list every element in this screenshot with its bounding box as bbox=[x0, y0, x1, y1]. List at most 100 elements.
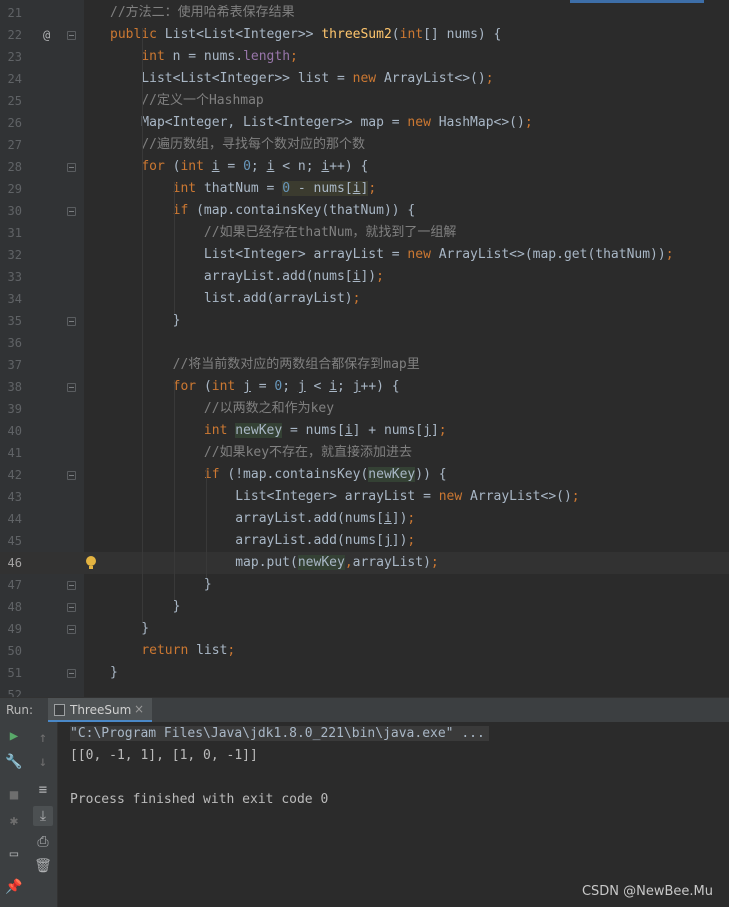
code-token: public bbox=[110, 27, 165, 42]
wrench-icon[interactable]: 🔧 bbox=[4, 752, 24, 772]
fold-marker-icon[interactable] bbox=[67, 207, 76, 216]
code-token: ; bbox=[368, 181, 377, 196]
code-line[interactable]: 30 if (map.containsKey(thatNum)) { bbox=[0, 200, 729, 222]
code-token: j bbox=[297, 379, 306, 394]
line-number: 45 bbox=[7, 534, 22, 548]
pin-icon[interactable]: 📌 bbox=[4, 877, 24, 897]
code-token: ; bbox=[407, 511, 416, 526]
code-line[interactable]: 25 //定义一个Hashmap bbox=[0, 90, 729, 112]
code-text: if (map.containsKey(thatNum)) { bbox=[110, 200, 416, 222]
code-text: int newKey = nums[i] + nums[j]; bbox=[110, 420, 447, 442]
code-line[interactable]: 27 //遍历数组，寻找每个数对应的那个数 bbox=[0, 134, 729, 156]
code-line[interactable]: 44 arrayList.add(nums[i]); bbox=[0, 508, 729, 530]
run-toolbar-left: ▶ 🔧 ■ ✱ ▭ 📌 bbox=[0, 722, 29, 907]
code-line[interactable]: 42 if (!map.containsKey(newKey)) { bbox=[0, 464, 729, 486]
code-line[interactable]: 37 //将当前数对应的两数组合都保存到map里 bbox=[0, 354, 729, 376]
fold-marker-icon[interactable] bbox=[67, 317, 76, 326]
code-token: } bbox=[110, 313, 181, 328]
debug-icon[interactable]: ✱ bbox=[4, 811, 24, 831]
code-token: newKey bbox=[297, 555, 345, 570]
code-token: newKey bbox=[368, 467, 416, 482]
code-line[interactable]: 50 return list; bbox=[0, 640, 729, 662]
code-line[interactable]: 51} bbox=[0, 662, 729, 684]
code-token: j bbox=[383, 533, 392, 548]
code-line[interactable]: 36 bbox=[0, 332, 729, 354]
line-number: 28 bbox=[7, 160, 22, 174]
fold-marker-icon[interactable] bbox=[67, 581, 76, 590]
code-line[interactable]: 35 } bbox=[0, 310, 729, 332]
code-token: } bbox=[110, 665, 118, 680]
code-text: //定义一个Hashmap bbox=[110, 90, 264, 112]
code-line[interactable]: 45 arrayList.add(nums[j]); bbox=[0, 530, 729, 552]
fold-marker-icon[interactable] bbox=[67, 163, 76, 172]
code-line[interactable]: 48 } bbox=[0, 596, 729, 618]
code-line[interactable]: 32 List<Integer> arrayList = new ArrayLi… bbox=[0, 244, 729, 266]
fold-marker-icon[interactable] bbox=[67, 625, 76, 634]
code-token: 0 bbox=[282, 181, 291, 196]
code-line[interactable]: 40 int newKey = nums[i] + nums[j]; bbox=[0, 420, 729, 442]
console-output[interactable]: "C:\Program Files\Java\jdk1.8.0_221\bin\… bbox=[58, 722, 729, 907]
code-line[interactable]: 43 List<Integer> arrayList = new ArrayLi… bbox=[0, 486, 729, 508]
code-token: //以两数之和作为key bbox=[203, 401, 335, 416]
code-token: ; bbox=[485, 71, 494, 86]
code-line[interactable]: 39 //以两数之和作为key bbox=[0, 398, 729, 420]
code-token: int bbox=[211, 379, 244, 394]
console-line: Process finished with exit code 0 bbox=[70, 792, 329, 807]
override-marker-icon[interactable]: @ bbox=[43, 24, 50, 46]
code-line[interactable]: 31 //如果已经存在thatNum，就找到了一组解 bbox=[0, 222, 729, 244]
code-line[interactable]: 46 map.put(newKey,arrayList); bbox=[0, 552, 729, 574]
fold-marker-icon[interactable] bbox=[67, 471, 76, 480]
code-line[interactable]: 34 list.add(arrayList); bbox=[0, 288, 729, 310]
rerun-icon[interactable]: ▶ bbox=[4, 726, 24, 746]
scroll-to-end-icon[interactable]: ⤓ bbox=[33, 806, 53, 826]
fold-marker-icon[interactable] bbox=[67, 669, 76, 678]
code-text: list.add(arrayList); bbox=[110, 288, 361, 310]
trash-icon[interactable]: 🗑 bbox=[33, 856, 53, 876]
code-line[interactable]: 24 List<List<Integer>> list = new ArrayL… bbox=[0, 68, 729, 90]
run-tab-threesum[interactable]: ThreeSum × bbox=[48, 698, 152, 722]
line-number: 40 bbox=[7, 424, 22, 438]
arrow-up-icon[interactable]: ↑ bbox=[33, 728, 53, 748]
code-token: i bbox=[383, 511, 392, 526]
code-line[interactable]: 47 } bbox=[0, 574, 729, 596]
code-line[interactable]: 26 Map<Integer, List<Integer>> map = new… bbox=[0, 112, 729, 134]
code-token: ++) { bbox=[329, 159, 369, 174]
code-line[interactable]: 23 int n = nums.length; bbox=[0, 46, 729, 68]
code-token: } bbox=[110, 577, 212, 592]
code-line[interactable]: 41 //如果key不存在，就直接添加进去 bbox=[0, 442, 729, 464]
code-token: j bbox=[352, 379, 361, 394]
code-text: if (!map.containsKey(newKey)) { bbox=[110, 464, 447, 486]
code-line[interactable]: 29 int thatNum = 0 - nums[i]; bbox=[0, 178, 729, 200]
code-line[interactable]: 28 for (int i = 0; i < n; i++) { bbox=[0, 156, 729, 178]
code-text: } bbox=[110, 574, 212, 596]
indent-guide bbox=[206, 468, 207, 578]
stop-icon[interactable]: ■ bbox=[4, 785, 24, 805]
fold-marker-icon[interactable] bbox=[67, 383, 76, 392]
code-token: ] + nums[ bbox=[352, 423, 424, 438]
soft-wrap-icon[interactable]: ≡ bbox=[33, 780, 53, 800]
layout-icon[interactable]: ▭ bbox=[4, 844, 24, 864]
close-tab-icon[interactable]: × bbox=[134, 702, 144, 716]
code-token: new bbox=[438, 489, 471, 504]
fold-marker-icon[interactable] bbox=[67, 603, 76, 612]
print-icon[interactable]: ⎙ bbox=[33, 832, 53, 852]
code-token: new bbox=[352, 71, 384, 86]
code-line[interactable]: 21 //方法二：使用哈希表保存结果 bbox=[0, 2, 729, 24]
code-line[interactable]: 52 bbox=[0, 684, 729, 697]
code-token: list bbox=[196, 643, 228, 658]
lightbulb-icon[interactable] bbox=[86, 556, 96, 569]
arrow-down-icon[interactable]: ↓ bbox=[33, 752, 53, 772]
code-token: //定义一个Hashmap bbox=[141, 93, 264, 108]
code-token: ; bbox=[282, 379, 298, 394]
code-line[interactable]: 38 for (int j = 0; j < i; j++) { bbox=[0, 376, 729, 398]
code-token: if bbox=[172, 203, 197, 218]
code-line[interactable]: 49 } bbox=[0, 618, 729, 640]
code-editor[interactable]: 21 //方法二：使用哈希表保存结果 22 @ public List<List<Int… bbox=[0, 0, 729, 697]
code-line[interactable]: 33 arrayList.add(nums[i]); bbox=[0, 266, 729, 288]
fold-marker-icon[interactable] bbox=[67, 31, 76, 40]
code-line[interactable]: 22 @ public List<List<Integer>> threeSum2(… bbox=[0, 24, 729, 46]
code-token: ] bbox=[430, 423, 439, 438]
